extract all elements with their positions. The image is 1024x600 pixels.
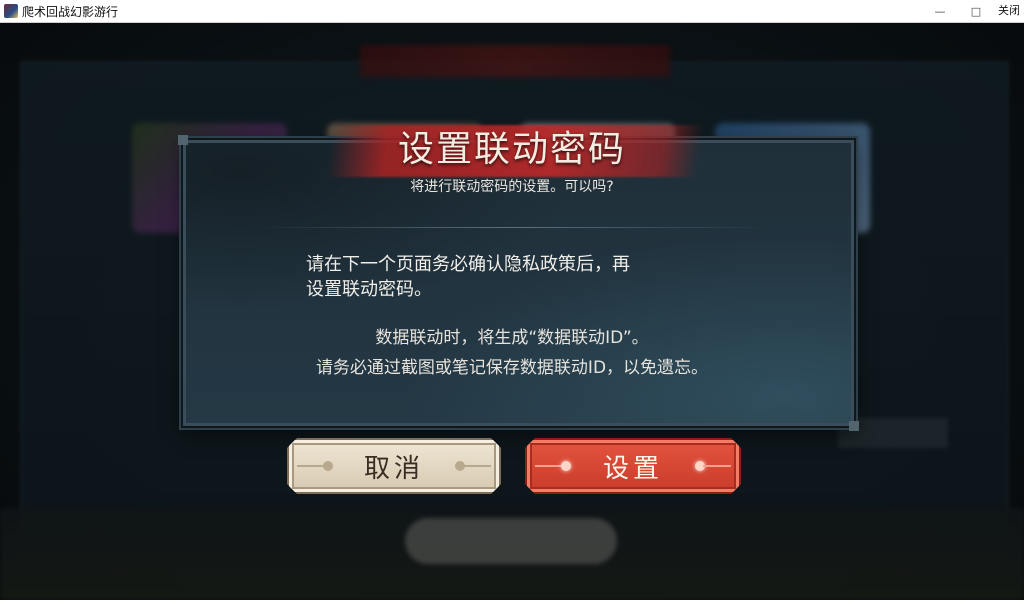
dialog-divider bbox=[255, 227, 770, 228]
app-icon bbox=[4, 4, 18, 18]
close-button[interactable]: 关闭 bbox=[994, 0, 1024, 24]
button-ornament bbox=[703, 465, 731, 467]
window-title: 爬术回战幻影游行 bbox=[22, 4, 119, 19]
maximize-button[interactable]: □ bbox=[958, 0, 994, 22]
button-ornament bbox=[297, 465, 325, 467]
minimize-button[interactable]: — bbox=[922, 0, 958, 22]
set-button-label: 设置 bbox=[602, 453, 663, 484]
dialog-body-line-1: 请在下一个页面务必确认隐私政策后，再 bbox=[306, 254, 630, 275]
window-controls: — □ 关闭 bbox=[922, 0, 1024, 22]
button-ornament bbox=[463, 465, 491, 467]
dialog-subtitle: 将进行联动密码的设置。可以吗? bbox=[410, 179, 614, 195]
dialog-note-line-1: 数据联动时，将生成“数据联动ID”。 bbox=[375, 328, 649, 348]
dialog-title: 设置联动密码 bbox=[397, 129, 626, 170]
button-ornament bbox=[535, 465, 563, 467]
cancel-button-label: 取消 bbox=[363, 453, 424, 484]
dialog-body-line-2: 设置联动密码。 bbox=[306, 279, 432, 300]
window-title-bar: 爬术回战幻影游行 — □ 关闭 bbox=[0, 0, 1024, 23]
set-button[interactable]: 设置 bbox=[525, 438, 741, 494]
button-ornament bbox=[561, 461, 571, 471]
dialog-note-line-2: 请务必通过截图或笔记保存数据联动ID，以免遗忘。 bbox=[315, 358, 709, 378]
cancel-button[interactable]: 取消 bbox=[287, 438, 501, 494]
button-ornament bbox=[323, 461, 333, 471]
